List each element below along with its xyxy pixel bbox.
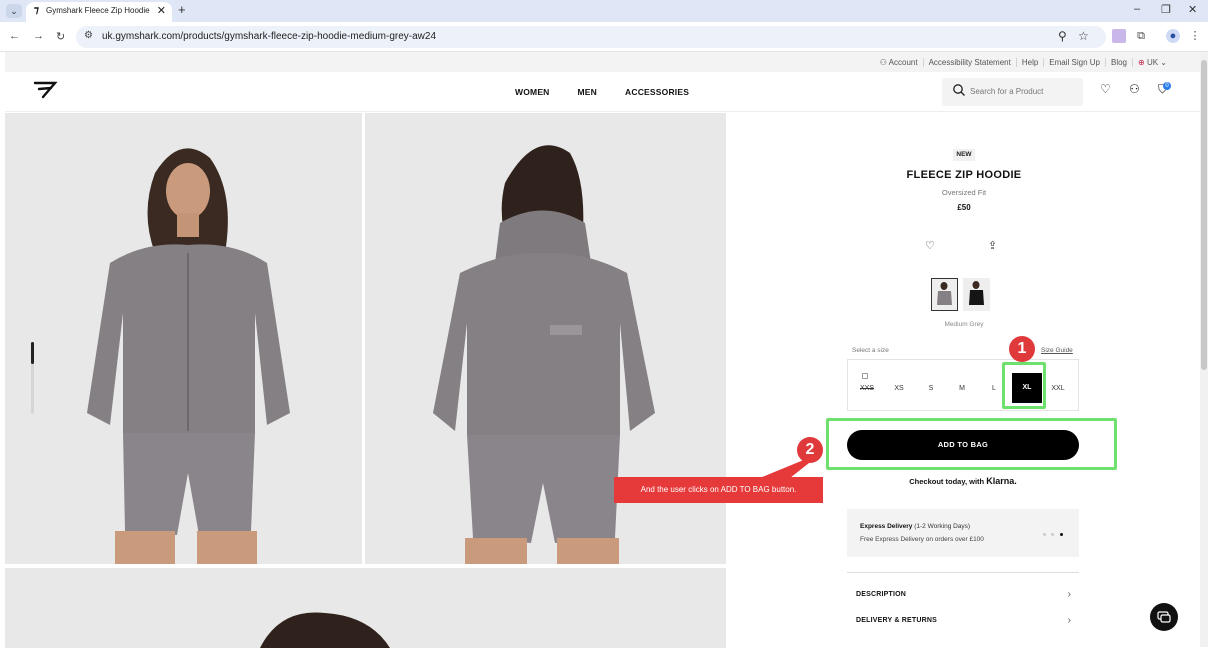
- account-link-label: Account: [888, 57, 918, 67]
- size-option-xxl[interactable]: XXL: [1046, 385, 1070, 392]
- wishlist-heart-icon[interactable]: ♡: [925, 239, 935, 252]
- account-link[interactable]: ⚇ Account: [875, 58, 923, 67]
- chevron-right-icon: ›: [1067, 589, 1071, 600]
- search-placeholder: Search for a Product: [970, 87, 1044, 96]
- accordion-label: DESCRIPTION: [856, 591, 907, 598]
- gymshark-favicon-icon: ⁊: [34, 5, 39, 16]
- account-icon[interactable]: ⚇: [1129, 82, 1140, 96]
- extension-icon[interactable]: [1112, 29, 1126, 43]
- blog-link[interactable]: Blog: [1104, 57, 1132, 67]
- select-size-label: Select a size: [852, 347, 889, 354]
- chat-icon: [1157, 611, 1171, 623]
- colour-swatch-black[interactable]: [963, 278, 990, 311]
- highlight-size-xl: [1002, 362, 1046, 409]
- main-nav: WOMEN MEN ACCESSORIES: [515, 87, 689, 97]
- nav-men[interactable]: MEN: [578, 87, 598, 97]
- search-icon: [953, 84, 965, 96]
- chat-button[interactable]: [1150, 603, 1178, 631]
- accordion-description[interactable]: DESCRIPTION ›: [847, 587, 1079, 607]
- divider: [847, 572, 1079, 573]
- browser-menu-icon[interactable]: ⋮: [1188, 29, 1202, 43]
- site-info-icon[interactable]: ⚙: [84, 30, 93, 41]
- forward-icon[interactable]: →: [33, 30, 44, 42]
- size-guide-link[interactable]: Size Guide: [1041, 347, 1073, 354]
- region-label: UK: [1146, 57, 1159, 67]
- email-signup-link[interactable]: Email Sign Up: [1043, 57, 1105, 67]
- product-gallery: [5, 113, 726, 648]
- wishlist-heart-icon[interactable]: ♡: [1100, 82, 1111, 96]
- gymshark-logo-icon[interactable]: [33, 80, 59, 100]
- delivery-title: Express Delivery (1-2 Working Days): [860, 523, 970, 530]
- klarna-logo: Klarna.: [986, 476, 1017, 486]
- bookmark-star-icon[interactable]: ☆: [1078, 29, 1089, 43]
- nav-women[interactable]: WOMEN: [515, 87, 550, 97]
- colour-name: Medium Grey: [944, 321, 984, 328]
- carousel-dot[interactable]: [1051, 533, 1054, 536]
- product-panel: NEW FLEECE ZIP HOODIE Oversized Fit £50 …: [728, 113, 1200, 647]
- product-image-front[interactable]: [5, 113, 362, 564]
- accessibility-link[interactable]: Accessibility Statement: [922, 57, 1016, 67]
- bag-count-badge: 0: [1163, 82, 1171, 90]
- utility-bar: ⚇ Account Accessibility Statement Help E…: [5, 52, 1200, 72]
- accordion-label: DELIVERY & RETURNS: [856, 617, 937, 624]
- carousel-dot-active[interactable]: [1060, 533, 1063, 536]
- accordion-delivery-returns[interactable]: DELIVERY & RETURNS ›: [847, 613, 1079, 633]
- browser-toolbar: ← → ↻ ⚙ uk.gymshark.com/products/gymshar…: [0, 22, 1208, 52]
- notify-me-icon: [862, 373, 868, 379]
- region-selector[interactable]: ⊕ UK ⌄: [1132, 57, 1172, 67]
- carousel-dot[interactable]: [1043, 533, 1046, 536]
- uk-flag-icon: ⊕: [1138, 57, 1145, 67]
- step-1-badge: 1: [1009, 336, 1035, 362]
- extensions-puzzle-icon[interactable]: ⧉: [1134, 29, 1148, 43]
- share-icon[interactable]: ⇪: [988, 239, 997, 252]
- page-scroll-thumb[interactable]: [1201, 60, 1207, 370]
- size-option-s[interactable]: S: [919, 385, 943, 392]
- close-window-icon[interactable]: ✕: [1188, 3, 1197, 16]
- product-image-closeup[interactable]: [5, 568, 726, 648]
- minimize-icon[interactable]: –: [1134, 3, 1140, 15]
- search-input[interactable]: Search for a Product: [942, 78, 1083, 106]
- zoom-icon[interactable]: ⚲: [1058, 29, 1067, 43]
- size-option-xxs[interactable]: XXS: [855, 385, 879, 392]
- product-title: FLEECE ZIP HOODIE: [906, 169, 1022, 181]
- size-option-m[interactable]: M: [950, 385, 974, 392]
- highlight-add-to-bag: [826, 418, 1117, 470]
- new-tab-icon[interactable]: +: [178, 2, 186, 17]
- address-bar[interactable]: ⚙ uk.gymshark.com/products/gymshark-flee…: [76, 26, 1106, 48]
- gallery-scroll-thumb[interactable]: [31, 342, 34, 364]
- size-option-xs[interactable]: XS: [887, 385, 911, 392]
- site-header: WOMEN MEN ACCESSORIES Search for a Produ…: [5, 72, 1200, 112]
- delivery-title-label: Express Delivery: [860, 523, 913, 530]
- close-tab-icon[interactable]: ✕: [157, 4, 166, 17]
- restore-icon[interactable]: ❐: [1161, 3, 1171, 16]
- product-price: £50: [957, 203, 971, 212]
- nav-accessories[interactable]: ACCESSORIES: [625, 87, 689, 97]
- browser-tab-bar: ⌄ ⁊ Gymshark Fleece Zip Hoodie - ✕ + – ❐…: [0, 0, 1208, 22]
- annotation-callout: And the user clicks on ADD TO BAG button…: [614, 477, 823, 503]
- product-fit: Oversized Fit: [941, 188, 987, 197]
- reload-icon[interactable]: ↻: [56, 30, 65, 43]
- klarna-text: Checkout today, with: [909, 477, 985, 486]
- help-link[interactable]: Help: [1015, 57, 1043, 67]
- delivery-subtext: Free Express Delivery on orders over £10…: [860, 536, 984, 543]
- back-icon[interactable]: ←: [9, 30, 20, 42]
- tab-search-icon[interactable]: ⌄: [6, 4, 22, 18]
- delivery-days: (1-2 Working Days): [914, 523, 971, 530]
- url-text: uk.gymshark.com/products/gymshark-fleece…: [102, 31, 437, 42]
- tab-title: Gymshark Fleece Zip Hoodie -: [46, 6, 150, 15]
- browser-tab[interactable]: ⁊ Gymshark Fleece Zip Hoodie - ✕: [26, 2, 172, 22]
- colour-swatch-medium-grey[interactable]: [931, 278, 958, 311]
- chevron-right-icon: ›: [1067, 615, 1071, 626]
- new-badge: NEW: [953, 149, 975, 161]
- profile-avatar-icon[interactable]: ●: [1166, 29, 1180, 43]
- delivery-carousel[interactable]: Express Delivery (1-2 Working Days) Free…: [847, 509, 1079, 557]
